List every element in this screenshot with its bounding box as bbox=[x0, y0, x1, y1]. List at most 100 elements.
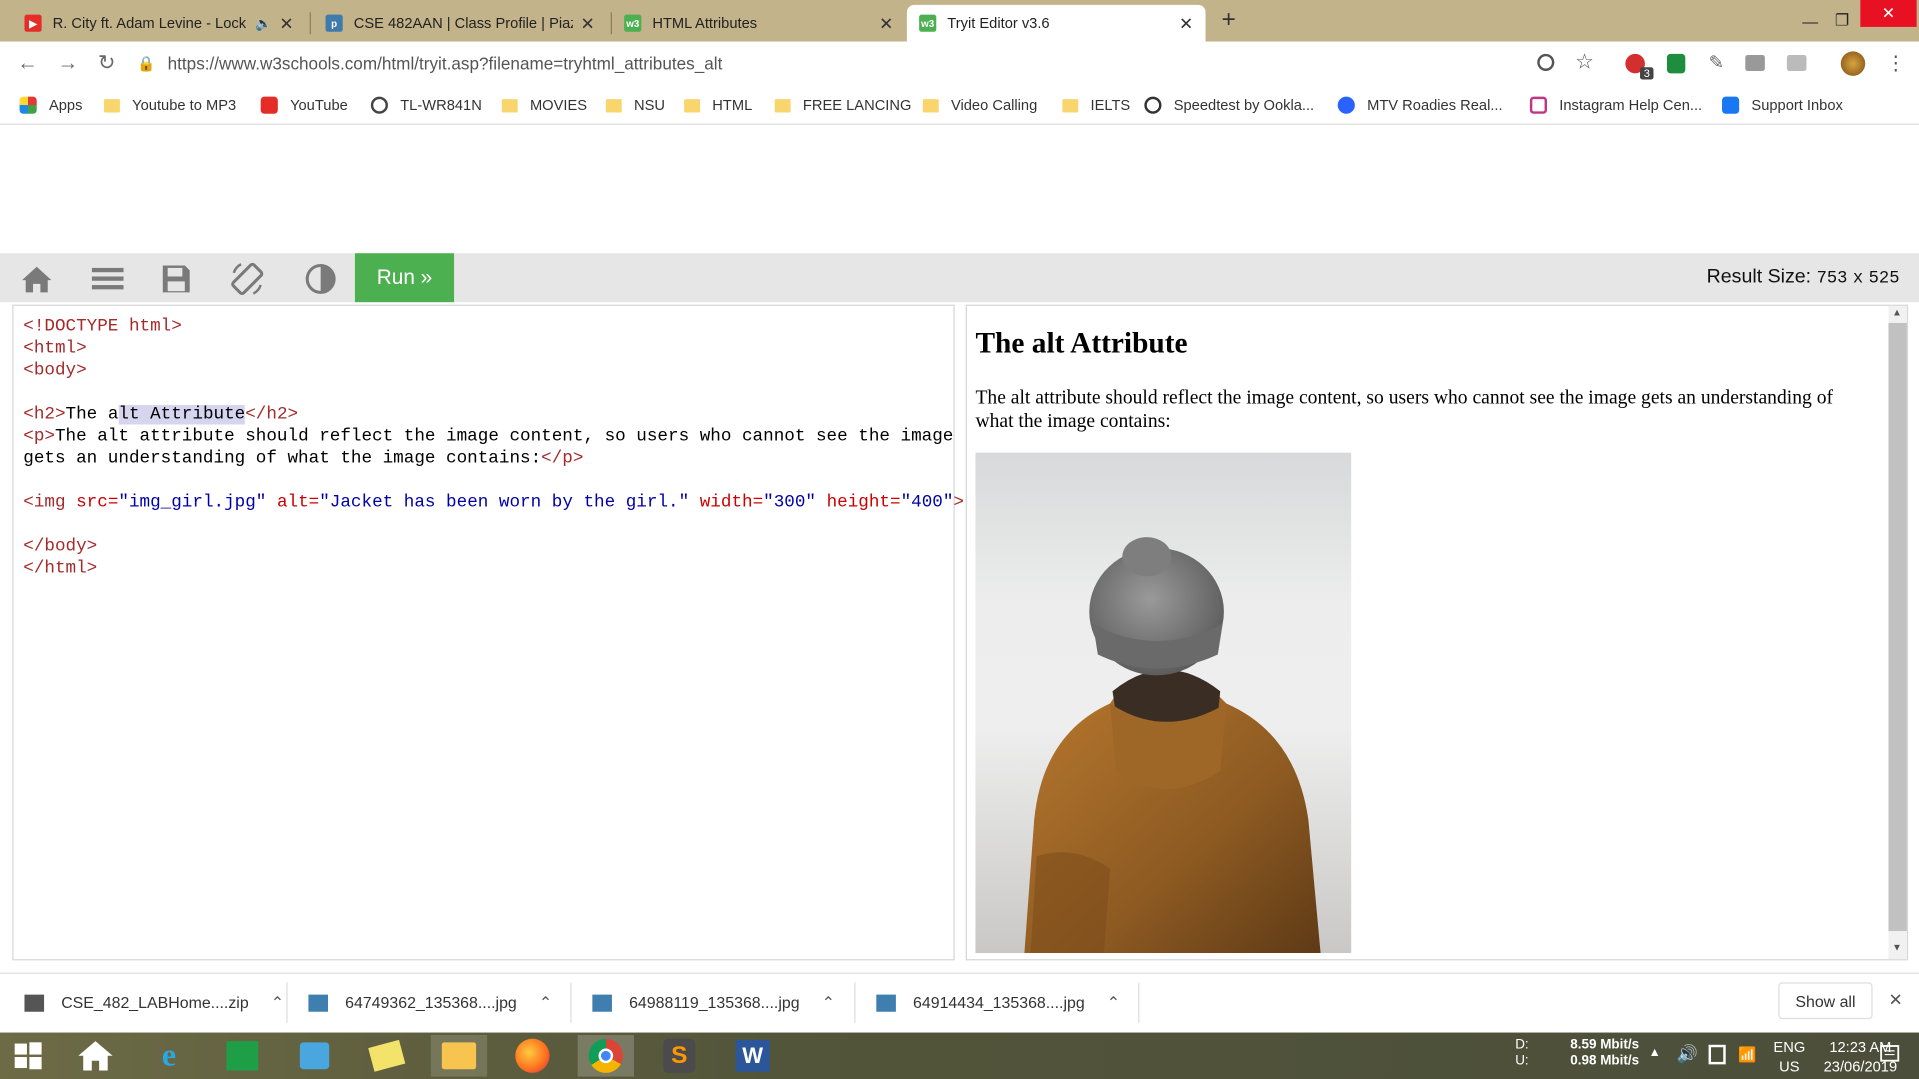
folder-icon bbox=[104, 98, 120, 112]
show-hidden-icons[interactable]: ▲ bbox=[1649, 1046, 1661, 1059]
text-selection: lt Attribute bbox=[118, 404, 246, 425]
image-file-icon bbox=[308, 994, 329, 1012]
windows-start-icon[interactable] bbox=[0, 1035, 56, 1077]
disk-labels: D: U: bbox=[1515, 1037, 1529, 1069]
lock-icon: 🔒 bbox=[137, 55, 156, 73]
result-width: 753 bbox=[1816, 269, 1848, 289]
file-explorer-icon[interactable] bbox=[430, 1034, 488, 1077]
tab-piazza[interactable]: p CSE 482AAN | Class Profile | Piazza ✕ bbox=[313, 5, 607, 42]
show-all-button[interactable]: Show all bbox=[1778, 982, 1873, 1020]
scrollbar-thumb[interactable] bbox=[1888, 322, 1907, 932]
chevron-up-icon[interactable]: ⌃ bbox=[539, 993, 552, 1013]
code-text[interactable]: <!DOCTYPE html> <html> <body> <h2>The alt … bbox=[23, 316, 964, 580]
language-indicator[interactable]: ENG US bbox=[1773, 1037, 1805, 1076]
close-tab-icon[interactable]: ✕ bbox=[1179, 13, 1193, 34]
tab-youtube[interactable]: ▶ R. City ft. Adam Levine - Lock 🔈 ✕ bbox=[12, 5, 306, 42]
bookmark-youtube[interactable]: YouTube bbox=[260, 94, 348, 116]
scroll-down-icon[interactable]: ▼ bbox=[1892, 942, 1902, 953]
home-icon[interactable] bbox=[17, 262, 56, 296]
bookmark-speedtest[interactable]: Speedtest by Ookla... bbox=[1144, 94, 1314, 116]
bookmark-support-inbox[interactable]: Support Inbox bbox=[1722, 94, 1843, 116]
translate-icon[interactable] bbox=[1537, 53, 1555, 71]
close-tab-icon[interactable]: ✕ bbox=[279, 13, 293, 34]
mtv-icon bbox=[1337, 96, 1355, 114]
back-icon[interactable]: ← bbox=[17, 51, 38, 75]
eyedropper-icon[interactable]: ✎ bbox=[1709, 51, 1724, 74]
code-editor[interactable]: <!DOCTYPE html> <html> <body> <h2>The alt … bbox=[12, 304, 964, 961]
folder-icon bbox=[774, 98, 791, 112]
extension-icon[interactable] bbox=[1666, 53, 1686, 74]
rotate-icon[interactable] bbox=[228, 262, 267, 296]
battery-icon[interactable] bbox=[1708, 1044, 1726, 1065]
download-item[interactable]: CSE_482_LABHome....zip ⌃ bbox=[24, 973, 284, 1033]
bookmark-youtube-mp3[interactable]: Youtube to MP3 bbox=[104, 94, 236, 116]
chevron-up-icon[interactable]: ⌃ bbox=[822, 993, 835, 1013]
word-icon[interactable]: W bbox=[725, 1035, 781, 1077]
store-icon[interactable] bbox=[214, 1035, 270, 1077]
signal-icon[interactable]: 📶 bbox=[1738, 1046, 1756, 1063]
tab-title: HTML Attributes bbox=[652, 14, 758, 32]
zip-file-icon bbox=[24, 994, 45, 1012]
network-speed: 8.59 Mbit/s 0.98 Mbit/s bbox=[1570, 1037, 1640, 1069]
extension-icon[interactable] bbox=[1786, 55, 1807, 71]
scroll-up-icon[interactable]: ▲ bbox=[1892, 307, 1902, 318]
download-item[interactable]: 64914434_135368....jpg ⌃ bbox=[876, 973, 1120, 1033]
youtube-icon bbox=[260, 96, 278, 114]
home-icon[interactable] bbox=[67, 1035, 123, 1077]
volume-icon[interactable]: 🔊 bbox=[1677, 1044, 1698, 1065]
sublime-text-icon[interactable]: S bbox=[651, 1035, 707, 1077]
camera-icon[interactable] bbox=[1745, 55, 1765, 71]
speedometer-icon bbox=[1144, 96, 1162, 114]
menu-icon[interactable]: ⋮ bbox=[1886, 51, 1906, 75]
save-icon[interactable] bbox=[157, 262, 196, 296]
internet-explorer-icon[interactable]: e bbox=[141, 1035, 197, 1077]
bookmark-video-calling[interactable]: Video Calling bbox=[922, 94, 1037, 116]
bookmark-movies[interactable]: MOVIES bbox=[501, 94, 587, 116]
folder-icon bbox=[605, 98, 622, 112]
bookmark-html[interactable]: HTML bbox=[684, 94, 752, 116]
chevron-up-icon[interactable]: ⌃ bbox=[1107, 993, 1120, 1013]
sticky-notes-icon[interactable] bbox=[359, 1035, 415, 1077]
apps-icon bbox=[19, 96, 37, 114]
bookmark-apps[interactable]: Apps bbox=[19, 94, 83, 116]
close-tab-icon[interactable]: ✕ bbox=[580, 13, 594, 34]
extension-badge: 3 bbox=[1640, 67, 1654, 80]
chrome-icon[interactable] bbox=[577, 1034, 634, 1077]
close-window-button[interactable]: ✕ bbox=[1860, 0, 1917, 27]
piazza-icon: p bbox=[325, 14, 343, 32]
bookmark-nsu[interactable]: NSU bbox=[605, 94, 665, 116]
tab-title: R. City ft. Adam Levine - Lock bbox=[52, 14, 247, 32]
bookmark-free-lancing[interactable]: FREE LANCING bbox=[774, 94, 911, 116]
folder-icon bbox=[501, 98, 518, 112]
tab-tryit-editor[interactable]: w3 Tryit Editor v3.6 ✕ bbox=[906, 4, 1206, 42]
bookmark-mtv-roadies[interactable]: MTV Roadies Real... bbox=[1337, 94, 1503, 116]
result-height: 525 bbox=[1868, 269, 1900, 289]
folder-icon bbox=[922, 98, 939, 112]
bookmark-star-icon[interactable]: ☆ bbox=[1575, 50, 1594, 74]
new-tab-button[interactable]: + bbox=[1221, 6, 1235, 34]
result-paragraph: The alt attribute should reflect the ima… bbox=[975, 387, 1834, 432]
tab-html-attributes[interactable]: w3 HTML Attributes ✕ bbox=[612, 5, 906, 42]
facebook-icon bbox=[1722, 96, 1740, 114]
audio-playing-icon[interactable]: 🔈 bbox=[255, 15, 272, 32]
close-download-bar-icon[interactable]: ✕ bbox=[1888, 990, 1902, 1011]
firefox-icon[interactable] bbox=[504, 1035, 560, 1077]
bookmark-ielts[interactable]: IELTS bbox=[1062, 94, 1130, 116]
reload-icon[interactable]: ↻ bbox=[98, 51, 115, 75]
run-button[interactable]: Run » bbox=[354, 253, 455, 303]
folder-icon bbox=[684, 98, 701, 112]
avatar[interactable] bbox=[1840, 51, 1866, 76]
close-tab-icon[interactable]: ✕ bbox=[879, 13, 893, 34]
theme-toggle-icon[interactable] bbox=[301, 262, 340, 296]
mail-icon[interactable] bbox=[286, 1035, 342, 1077]
download-item[interactable]: 64988119_135368....jpg ⌃ bbox=[592, 973, 835, 1033]
url-bar[interactable]: 🔒 https://www.w3schools.com/html/tryit.a… bbox=[137, 48, 1606, 80]
chevron-up-icon[interactable]: ⌃ bbox=[271, 993, 284, 1013]
bookmark-tl-wr841n[interactable]: TL-WR841N bbox=[370, 94, 482, 116]
forward-icon[interactable]: → bbox=[58, 51, 79, 75]
notification-icon[interactable] bbox=[1877, 1037, 1901, 1071]
download-item[interactable]: 64749362_135368....jpg ⌃ bbox=[308, 973, 552, 1033]
bookmark-instagram[interactable]: Instagram Help Cen... bbox=[1529, 94, 1702, 116]
menu-icon[interactable] bbox=[88, 262, 127, 296]
url-text: https://www.w3schools.com/html/tryit.asp… bbox=[167, 53, 723, 74]
